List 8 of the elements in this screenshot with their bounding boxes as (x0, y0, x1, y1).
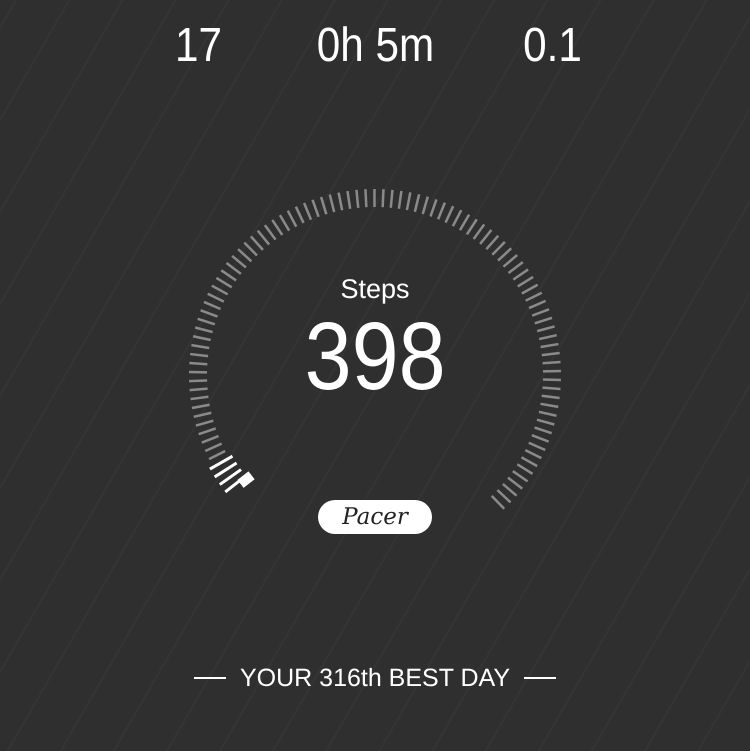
brand-badge: Pacer (318, 500, 432, 534)
steps-label: Steps (340, 273, 410, 305)
stat-value: 0.1 (522, 18, 582, 74)
stat-value: 0h 5m (315, 18, 435, 74)
stat-value: 17 (174, 18, 222, 74)
best-day-text: YOUR 316th BEST DAY (240, 663, 510, 693)
gauge-fill (209, 454, 255, 494)
steps-count: 398 (304, 307, 446, 407)
